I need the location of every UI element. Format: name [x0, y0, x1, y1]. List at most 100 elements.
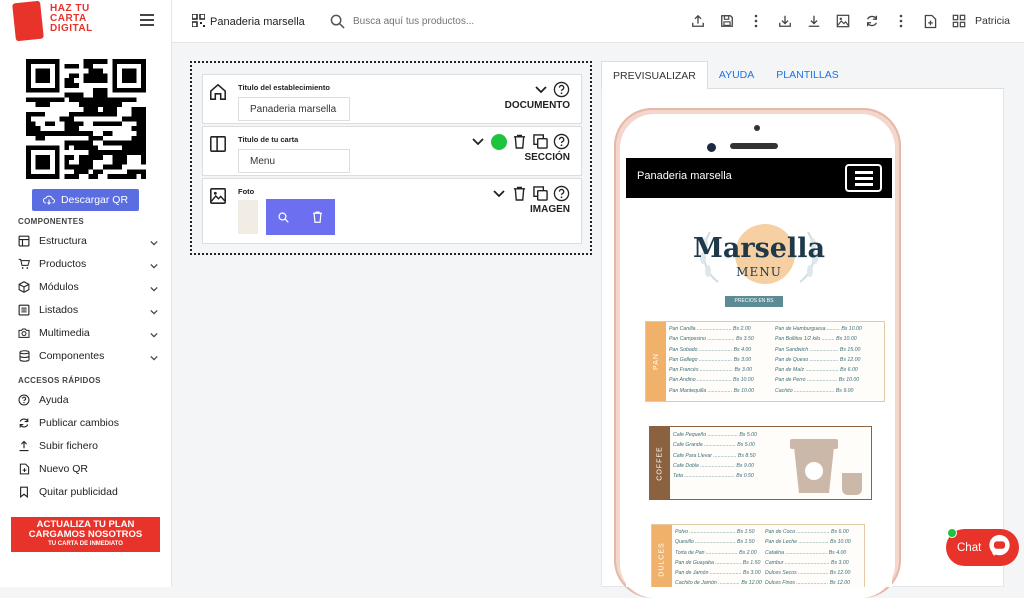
sidebar-item-publicar-cambios[interactable]: Publicar cambios — [18, 415, 158, 431]
toolbar-icons — [690, 13, 967, 29]
save-icon[interactable] — [719, 13, 735, 29]
file-plus-icon[interactable] — [922, 13, 938, 29]
help-circle-icon[interactable] — [553, 185, 570, 202]
card-category: PAN — [652, 353, 660, 370]
establishment-title-input[interactable]: Panaderia marsella — [238, 97, 350, 121]
sidebar-item-multimedia[interactable]: Multimedia — [18, 325, 158, 341]
block-type-label: SECCIÓN — [524, 152, 570, 163]
download-icon[interactable] — [777, 13, 793, 29]
chevron-down-icon[interactable] — [150, 283, 158, 292]
user-name[interactable]: Patricia — [975, 15, 1010, 27]
card-left-items: Pan Canilla ........................ Bs … — [669, 326, 755, 394]
sidebar-item-nuevo-qr[interactable]: Nuevo QR — [18, 461, 158, 477]
card-side-label: DULCES — [652, 525, 672, 587]
sidebar-item-label: Nuevo QR — [39, 463, 89, 475]
refresh-icon[interactable] — [864, 13, 880, 29]
help-icon — [18, 394, 30, 406]
block-label: Foto — [238, 187, 255, 196]
trash-icon[interactable] — [511, 133, 528, 150]
copy-icon[interactable] — [532, 133, 549, 150]
sidebar-item-label: Quitar publicidad — [39, 486, 118, 498]
chevron-down-icon[interactable] — [150, 237, 158, 246]
grid-icon[interactable] — [951, 13, 967, 29]
search-input[interactable] — [353, 16, 553, 27]
upgrade-plan-banner[interactable]: ACTUALIZA TU PLAN CARGAMOS NOSOTROS TU C… — [11, 517, 160, 552]
visibility-toggle[interactable] — [490, 133, 507, 150]
block-establishment-title[interactable]: Titulo del establecimiento Panaderia mar… — [202, 74, 582, 124]
chevron-down-icon[interactable] — [150, 352, 158, 361]
block-actions — [469, 133, 570, 150]
copy-icon[interactable] — [532, 185, 549, 202]
search-icon[interactable] — [330, 14, 345, 29]
tab-templates[interactable]: PLANTILLAS — [765, 61, 849, 89]
coffee-cup-icon — [790, 439, 862, 495]
screen-title: Panaderia marsella — [637, 170, 732, 182]
refresh-icon — [18, 417, 30, 429]
image-icon[interactable] — [835, 13, 851, 29]
upload-icon[interactable] — [690, 13, 706, 29]
screen-menu-button[interactable] — [845, 164, 882, 192]
home-icon — [210, 83, 226, 100]
chevron-down-icon[interactable] — [469, 133, 486, 150]
cart-icon — [18, 258, 30, 270]
sidebar-item-ayuda[interactable]: Ayuda — [18, 392, 158, 408]
sidebar-item-label: Módulos — [39, 281, 79, 293]
block-type-label: IMAGEN — [530, 204, 570, 215]
chevron-down-icon[interactable] — [150, 329, 158, 338]
block-actions — [490, 185, 570, 202]
card-right-items: Pan de Coco ....................... Bs 6… — [765, 529, 851, 587]
phone-screen: Panaderia marsella Marsella MENU PRECIOS… — [626, 158, 892, 587]
card-side-label: COFFEE — [650, 427, 670, 499]
download-qr-button[interactable]: Descargar QR — [32, 189, 139, 211]
sidebar-item-módulos[interactable]: Módulos — [18, 279, 158, 295]
help-circle-icon[interactable] — [553, 133, 570, 150]
columns-icon — [210, 136, 226, 152]
quick-access-section-title: ACCESOS RÁPIDOS — [18, 376, 101, 385]
download-qr-label: Descargar QR — [60, 194, 129, 206]
photo-thumbnail — [238, 200, 258, 234]
download-alt-icon[interactable] — [806, 13, 822, 29]
menu-card-bread: PAN Pan Canilla ........................… — [645, 321, 885, 402]
sidebar-item-estructura[interactable]: Estructura — [18, 233, 158, 249]
sidebar-item-quitar-publicidad[interactable]: Quitar publicidad — [18, 484, 158, 500]
block-photo[interactable]: Foto IMAGEN — [202, 178, 582, 244]
more-vertical-icon-2[interactable] — [893, 13, 909, 29]
sidebar-item-label: Publicar cambios — [39, 417, 119, 429]
tab-help[interactable]: AYUDA — [708, 61, 765, 89]
status-dot-green — [490, 133, 507, 150]
delete-image-icon[interactable] — [312, 211, 323, 223]
camera-icon — [18, 327, 30, 339]
block-menu-title[interactable]: Titulo de tu carta Menu SECCIÓN — [202, 126, 582, 176]
brand-name: Marsella — [693, 233, 825, 264]
preview-tabs: PREVISUALIZAR AYUDA PLANTILLAS — [601, 61, 850, 89]
card-category: COFFEE — [656, 445, 664, 481]
upload-icon — [18, 440, 30, 452]
sidebar-item-productos[interactable]: Productos — [18, 256, 158, 272]
sidebar-item-componentes[interactable]: Componentes — [18, 348, 158, 364]
block-label: Titulo del establecimiento — [238, 83, 330, 92]
phone-logo-icon — [12, 0, 44, 42]
database-icon — [18, 350, 30, 362]
chevron-down-icon[interactable] — [532, 81, 549, 98]
chevron-down-icon[interactable] — [490, 185, 507, 202]
document-title[interactable]: Panaderia marsella — [210, 16, 305, 28]
menu-title-input[interactable]: Menu — [238, 149, 350, 173]
sidebar-item-label: Productos — [39, 258, 87, 270]
block-actions — [532, 81, 570, 98]
zoom-icon[interactable] — [278, 211, 289, 223]
sidebar-item-listados[interactable]: Listados — [18, 302, 158, 318]
logo[interactable]: HAZ TU CARTA DIGITAL — [12, 0, 114, 42]
sidebar-item-subir-fichero[interactable]: Subir fichero — [18, 438, 158, 454]
editor-canvas: Titulo del establecimiento Panaderia mar… — [190, 61, 592, 255]
tab-preview[interactable]: PREVISUALIZAR — [601, 61, 708, 89]
hamburger-menu-icon[interactable] — [140, 14, 154, 26]
chevron-down-icon[interactable] — [150, 306, 158, 315]
chevron-down-icon[interactable] — [150, 260, 158, 269]
qr-small-icon — [192, 14, 205, 27]
phone-speaker — [730, 143, 778, 149]
more-vertical-icon[interactable] — [748, 13, 764, 29]
help-circle-icon[interactable] — [553, 81, 570, 98]
trash-icon[interactable] — [511, 185, 528, 202]
promo-line2: CARGAMOS NOSOTROS — [28, 529, 143, 540]
logo-text: HAZ TU CARTA DIGITAL — [50, 4, 93, 34]
